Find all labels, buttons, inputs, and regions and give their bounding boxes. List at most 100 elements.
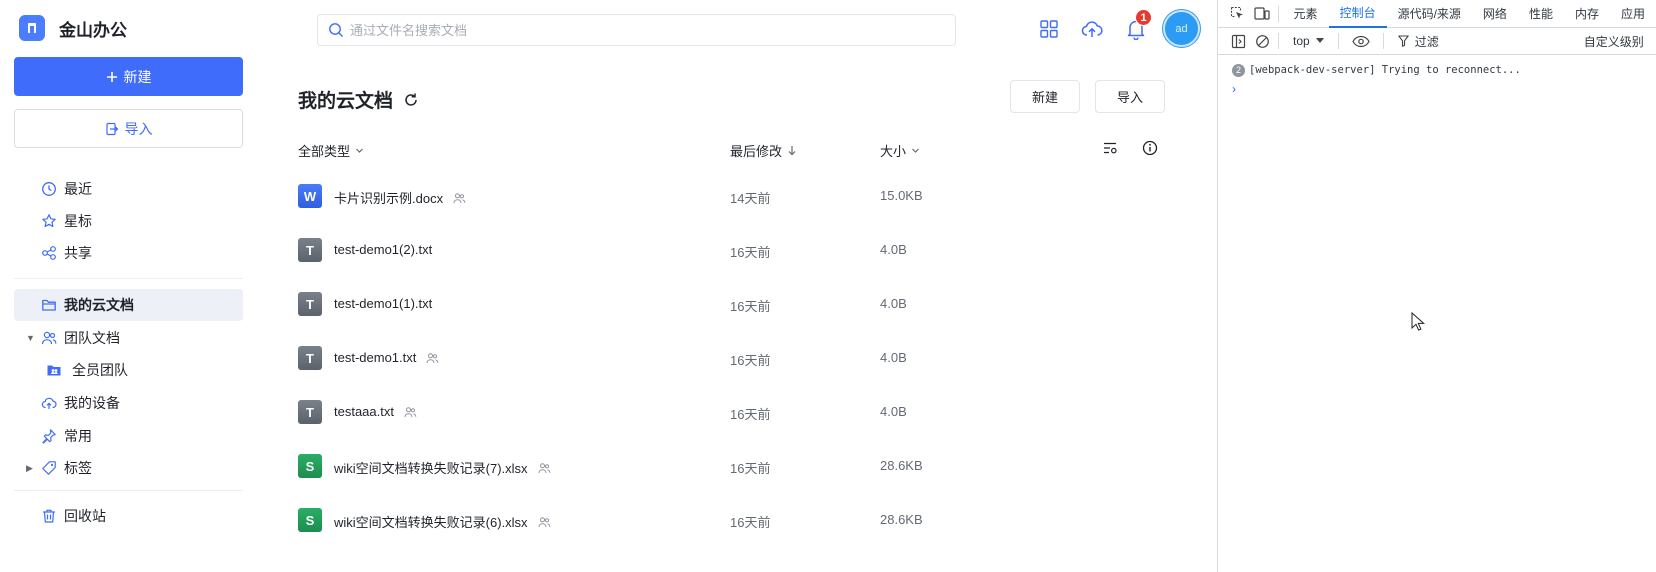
file-row[interactable]: W 卡片识别示例.docx 14天前 15.0KB xyxy=(298,177,1164,217)
console-prompt[interactable]: › xyxy=(1218,80,1656,98)
import-doc-button[interactable]: 导入 xyxy=(1095,80,1165,113)
file-name: 卡片识别示例.docx xyxy=(334,191,444,206)
shared-users-icon xyxy=(453,192,466,203)
sidebar-item-label: 常用 xyxy=(64,428,92,444)
app-logo[interactable]: 金山办公 xyxy=(19,15,127,41)
pin-icon xyxy=(40,427,58,445)
file-modified: 16天前 xyxy=(730,245,771,260)
refresh-icon[interactable] xyxy=(403,92,419,108)
sidebar-item-starred[interactable]: 星标 xyxy=(14,205,243,237)
page-title-text: 我的云文档 xyxy=(298,91,394,112)
file-size: 4.0B xyxy=(880,296,907,311)
word-file-icon: W xyxy=(298,184,322,208)
search-box[interactable] xyxy=(317,14,956,46)
dropdown-arrow-icon xyxy=(1315,38,1324,43)
sidebar-item-all-staff-team[interactable]: 全员团队 xyxy=(14,354,243,386)
column-header-size: 大小 xyxy=(880,144,907,159)
user-avatar[interactable]: ad xyxy=(1163,10,1200,47)
device-toolbar-icon[interactable] xyxy=(1250,2,1274,26)
sidebar-item-recent[interactable]: 最近 xyxy=(14,173,243,205)
sidebar-item-label: 标签 xyxy=(64,460,92,476)
new-doc-button[interactable]: 新建 xyxy=(1010,80,1080,113)
expand-caret-down-icon[interactable]: ▼ xyxy=(26,333,35,343)
sort-modified-header[interactable]: 最后修改 xyxy=(730,141,797,160)
sort-size-header[interactable]: 大小 xyxy=(880,141,920,160)
apps-grid-icon[interactable] xyxy=(1037,17,1061,41)
toolbar-divider xyxy=(1382,33,1384,49)
import-icon xyxy=(105,122,118,135)
expand-caret-right-icon[interactable]: ▶ xyxy=(26,463,33,474)
file-size: 28.6KB xyxy=(880,458,923,473)
file-name: testaaa.txt xyxy=(334,404,394,419)
file-name-cell: 卡片识别示例.docx xyxy=(334,188,466,207)
file-name-cell: testaaa.txt xyxy=(334,404,417,419)
file-modified: 16天前 xyxy=(730,299,771,314)
devtools-tab-sources[interactable]: 源代码/来源 xyxy=(1387,0,1472,28)
devtools-tab-console[interactable]: 控制台 xyxy=(1328,0,1387,28)
context-selector[interactable]: top xyxy=(1283,34,1334,48)
devtools-panel: 元素 控制台 源代码/来源 网络 性能 内存 应用 top 过滤 自定义级别 2 xyxy=(1217,0,1656,572)
cloud-upload-icon[interactable] xyxy=(1080,17,1104,41)
file-name: wiki空间文档转换失败记录(6).xlsx xyxy=(334,515,528,530)
text-file-icon: T xyxy=(298,292,322,316)
inspect-element-icon[interactable] xyxy=(1226,2,1250,26)
file-row[interactable]: T test-demo1.txt 16天前 4.0B xyxy=(298,339,1164,379)
app-window: 金山办公 新建 导入 最近 星标 共享 我的云文档 ▼ 团队文档 全员团队 我的… xyxy=(0,0,1217,572)
new-button[interactable]: 新建 xyxy=(14,57,243,96)
file-row[interactable]: S wiki空间文档转换失败记录(7).xlsx 16天前 28.6KB xyxy=(298,447,1164,487)
devtools-tab-memory[interactable]: 内存 xyxy=(1564,0,1610,28)
folder-icon xyxy=(40,296,58,314)
clear-console-icon[interactable] xyxy=(1250,29,1274,53)
sidebar-item-team-docs[interactable]: ▼ 团队文档 xyxy=(14,322,243,354)
import-button[interactable]: 导入 xyxy=(14,109,243,148)
sidebar-item-shared[interactable]: 共享 xyxy=(14,237,243,269)
devtools-tab-elements[interactable]: 元素 xyxy=(1283,0,1329,28)
context-value: top xyxy=(1293,34,1310,48)
filter-field[interactable]: 过滤 xyxy=(1388,33,1578,50)
file-row[interactable]: S wiki空间文档转换失败记录(6).xlsx 16天前 28.6KB xyxy=(298,501,1164,541)
file-size: 4.0B xyxy=(880,242,907,257)
text-file-icon: T xyxy=(298,400,322,424)
log-levels-dropdown[interactable]: 自定义级别 xyxy=(1578,33,1656,50)
file-row[interactable]: T test-demo1(2).txt 16天前 4.0B xyxy=(298,231,1164,271)
sidebar-item-frequent[interactable]: 常用 xyxy=(14,420,243,452)
sidebar-item-label: 星标 xyxy=(64,213,92,229)
repeat-count-badge: 2 xyxy=(1232,63,1245,77)
sidebar-item-tags[interactable]: ▶ 标签 xyxy=(14,452,243,484)
app-name: 金山办公 xyxy=(59,20,127,40)
column-header-modified: 最后修改 xyxy=(730,144,783,159)
file-name: wiki空间文档转换失败记录(7).xlsx xyxy=(334,461,528,476)
console-message[interactable]: 2 [webpack-dev-server] Trying to reconne… xyxy=(1218,60,1656,80)
chevron-down-icon xyxy=(356,148,363,153)
file-size: 4.0B xyxy=(880,350,907,365)
file-size: 4.0B xyxy=(880,404,907,419)
info-icon[interactable] xyxy=(1142,140,1158,156)
file-modified: 16天前 xyxy=(730,515,771,530)
sidebar-item-trash[interactable]: 回收站 xyxy=(14,500,243,532)
file-modified: 14天前 xyxy=(730,191,771,206)
file-name: test-demo1(1).txt xyxy=(334,296,433,311)
list-settings-icon[interactable] xyxy=(1102,140,1118,156)
devtools-tab-network[interactable]: 网络 xyxy=(1472,0,1518,28)
file-row[interactable]: T test-demo1(1).txt 16天前 4.0B xyxy=(298,285,1164,325)
sidebar-item-label: 最近 xyxy=(64,181,92,197)
shared-users-icon xyxy=(538,516,550,527)
sidebar-item-my-cloud-docs[interactable]: 我的云文档 xyxy=(14,289,243,321)
devtools-tab-application[interactable]: 应用 xyxy=(1610,0,1656,28)
file-row[interactable]: T testaaa.txt 16天前 4.0B xyxy=(298,393,1164,433)
spreadsheet-file-icon: S xyxy=(298,454,322,478)
search-input[interactable] xyxy=(350,22,910,38)
file-name-cell: test-demo1(1).txt xyxy=(334,296,432,311)
sidebar-item-label: 我的设备 xyxy=(64,395,120,411)
file-name: test-demo1(2).txt xyxy=(334,242,433,257)
type-filter-dropdown[interactable]: 全部类型 xyxy=(298,141,364,160)
trash-icon xyxy=(40,507,58,525)
sidebar-item-label: 共享 xyxy=(64,245,92,261)
devtools-tab-performance[interactable]: 性能 xyxy=(1518,0,1564,28)
file-modified: 16天前 xyxy=(730,353,771,368)
plus-icon xyxy=(106,71,117,82)
live-expression-eye-icon[interactable] xyxy=(1349,29,1373,53)
sidebar-toggle-icon[interactable] xyxy=(1226,29,1250,53)
sidebar-item-my-devices[interactable]: 我的设备 xyxy=(14,387,243,419)
filter-funnel-icon xyxy=(1397,35,1409,47)
